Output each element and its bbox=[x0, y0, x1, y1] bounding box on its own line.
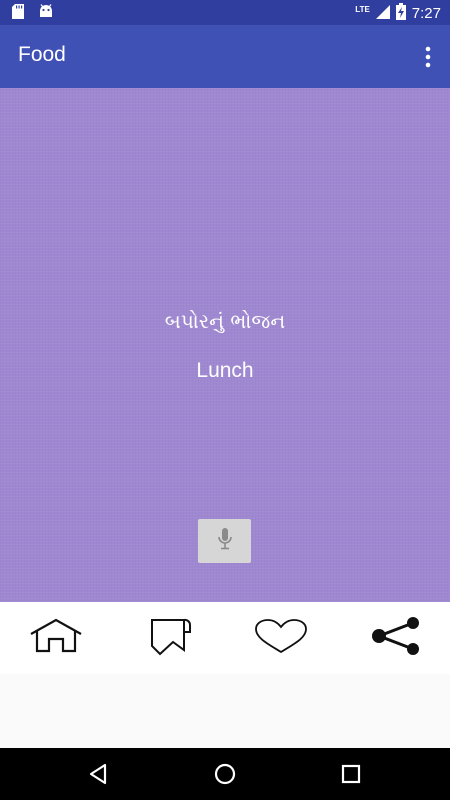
heart-icon bbox=[254, 618, 308, 659]
app-title: Food bbox=[18, 43, 66, 66]
clock: 7:27 bbox=[411, 5, 441, 22]
microphone-button[interactable] bbox=[198, 519, 251, 563]
sd-card-icon bbox=[12, 4, 24, 24]
recents-icon[interactable] bbox=[337, 760, 365, 788]
battery-charging-icon bbox=[395, 3, 406, 24]
bookmark-icon bbox=[146, 616, 194, 661]
system-nav-bar bbox=[0, 748, 450, 800]
network-type-label: LTE bbox=[355, 5, 370, 14]
word-card: બપોરનું ભોજન Lunch bbox=[0, 88, 450, 602]
empty-area bbox=[0, 674, 450, 748]
android-icon bbox=[38, 4, 54, 24]
favorite-button[interactable] bbox=[246, 602, 316, 674]
status-bar: LTE 7:27 bbox=[0, 0, 450, 25]
microphone-icon bbox=[217, 527, 233, 556]
home-button[interactable] bbox=[22, 602, 90, 674]
more-vert-icon[interactable] bbox=[420, 44, 436, 70]
bookmark-button[interactable] bbox=[136, 602, 204, 674]
home-circle-icon[interactable] bbox=[211, 760, 239, 788]
signal-icon bbox=[375, 4, 390, 23]
back-icon[interactable] bbox=[84, 760, 112, 788]
native-word: બપોરનું ભોજન bbox=[164, 309, 286, 333]
english-word: Lunch bbox=[196, 359, 254, 382]
app-bar: Food bbox=[0, 25, 450, 88]
bottom-nav bbox=[0, 602, 450, 674]
home-icon bbox=[29, 618, 83, 659]
share-icon bbox=[367, 616, 423, 660]
share-button[interactable] bbox=[360, 602, 430, 674]
